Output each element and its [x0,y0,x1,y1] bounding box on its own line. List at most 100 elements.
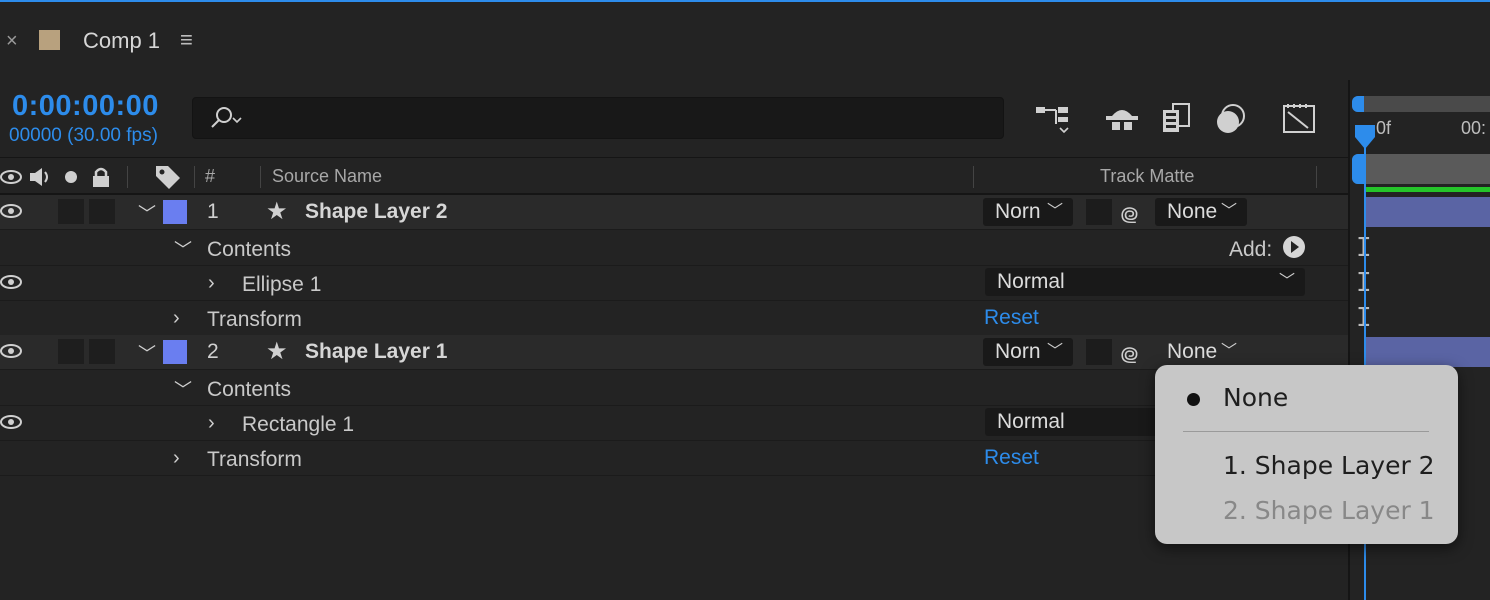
composition-flowchart-icon[interactable] [1034,100,1074,138]
layer-name[interactable]: Shape Layer 2 [305,200,447,224]
chevron-down-icon: ﹀ [1046,203,1063,220]
column-divider[interactable] [127,166,128,188]
layer-label-color[interactable] [163,200,187,224]
panel-menu-icon[interactable]: ≡ [180,27,193,53]
work-area-start-handle[interactable] [1352,154,1364,184]
shape-blend-dropdown[interactable]: Normal ﹀ [985,268,1305,296]
chevron-right-icon[interactable]: › [208,412,215,435]
layer-number: 1 [207,200,219,223]
layer-duration-bar[interactable] [1366,337,1490,367]
track-matte-dropdown[interactable]: None ﹀ [1155,338,1247,366]
render-cache-indicator [1365,187,1490,192]
av-feature-switch-icons [0,167,109,187]
blend-mode-value: Norn [995,200,1041,223]
chevron-down-icon[interactable]: ﹀ [174,376,192,402]
current-time-indicator-head[interactable] [1354,124,1376,150]
add-label[interactable]: Add: [1229,238,1272,262]
chevron-down-icon: ﹀ [1220,343,1237,360]
current-time-display[interactable]: 0:00:00:00 [12,90,159,123]
label-tag-icon [156,166,180,189]
eye-icon[interactable] [0,414,22,430]
shape-group-name[interactable]: Ellipse 1 [242,273,321,297]
shape-blend-value: Normal [997,410,1065,433]
transform-label: Transform [207,308,302,331]
layer-search-input[interactable] [192,97,1004,139]
layer-row[interactable] [0,195,1348,230]
shape-group-name[interactable]: Rectangle 1 [242,413,354,437]
track-matte-dropdown[interactable]: None ﹀ [1155,198,1247,226]
column-divider[interactable] [1316,166,1317,188]
lock-switch[interactable] [89,199,115,224]
column-track-matte[interactable]: Track Matte [1100,166,1194,187]
solo-switch[interactable] [58,339,84,364]
chevron-down-icon[interactable]: ﹀ [138,200,156,226]
blend-mode-value: Norn [995,340,1041,363]
chevron-down-icon[interactable]: ﹀ [138,340,156,366]
solo-icon [65,171,77,183]
comp-tab-title[interactable]: Comp 1 [83,28,160,54]
eye-icon [0,170,22,184]
menu-item-none[interactable]: None [1223,383,1288,412]
speaker-icon [30,168,48,186]
track-matte-value: None [1167,200,1218,223]
transform-label: Transform [207,448,302,471]
layer-row[interactable] [0,335,1348,370]
eye-icon[interactable] [0,203,22,219]
transform-row[interactable] [0,301,1348,336]
eye-icon[interactable] [0,343,22,359]
close-tab-button[interactable]: × [6,30,18,53]
menu-separator [1183,431,1429,432]
lock-switch[interactable] [89,339,115,364]
contents-label: Contents [207,378,292,401]
chevron-down-icon[interactable]: ﹀ [174,236,192,262]
layer-label-color[interactable] [163,340,187,364]
ruler-next-label: 00: [1461,118,1487,138]
layer-name[interactable]: Shape Layer 1 [305,340,447,364]
column-hash[interactable]: # [205,166,215,187]
chevron-right-icon[interactable]: › [208,272,215,295]
preserve-transparency-toggle[interactable] [1086,199,1112,225]
preserve-transparency-toggle[interactable] [1086,339,1112,365]
reset-link[interactable]: Reset [984,306,1039,330]
chevron-down-icon: ﹀ [1220,203,1237,220]
contents-label: Contents [207,238,292,261]
panel-tab-bar [0,2,1490,80]
chevron-right-icon[interactable]: › [173,307,180,330]
reset-link[interactable]: Reset [984,446,1039,470]
lock-icon [93,167,109,187]
blend-mode-dropdown[interactable]: Norn ﹀ [983,338,1073,366]
menu-item-shape-layer-2[interactable]: 1. Shape Layer 2 [1223,451,1435,480]
motion-blur-icon[interactable] [1211,100,1251,138]
add-menu-play-icon[interactable] [1282,235,1306,259]
transform-row[interactable] [0,441,1348,476]
chevron-down-icon: ﹀ [1046,343,1063,360]
layer-number: 2 [207,340,219,363]
menu-item-shape-layer-1: 2. Shape Layer 1 [1223,496,1435,525]
solo-switch[interactable] [58,199,84,224]
column-divider[interactable] [194,166,195,188]
shy-layers-icon[interactable] [1102,100,1142,138]
blend-mode-dropdown[interactable]: Norn ﹀ [983,198,1073,226]
chevron-down-icon: ﹀ [1278,273,1295,290]
frame-count-display: 00000 (30.00 fps) [9,125,158,146]
column-source-name[interactable]: Source Name [272,166,382,187]
time-navigator[interactable] [1352,96,1490,112]
time-navigator-start-handle[interactable] [1352,96,1364,112]
ruler-start-label: 0f [1376,118,1392,138]
contents-row[interactable] [0,371,1348,406]
track-matte-value: None [1167,340,1218,363]
column-divider[interactable] [260,166,261,188]
contents-row[interactable] [0,231,1348,266]
selected-bullet-icon [1187,393,1200,406]
frame-blending-icon[interactable] [1157,100,1197,138]
graph-editor-icon[interactable] [1280,100,1320,138]
star-icon: ★ [266,198,288,225]
layer-duration-bar[interactable] [1366,197,1490,227]
eye-icon[interactable] [0,274,22,290]
chevron-right-icon[interactable]: › [173,447,180,470]
column-divider[interactable] [973,166,974,188]
star-icon: ★ [266,338,288,365]
work-area-bar[interactable] [1352,154,1490,184]
search-icon [211,107,242,128]
shape-blend-value: Normal [997,270,1065,293]
